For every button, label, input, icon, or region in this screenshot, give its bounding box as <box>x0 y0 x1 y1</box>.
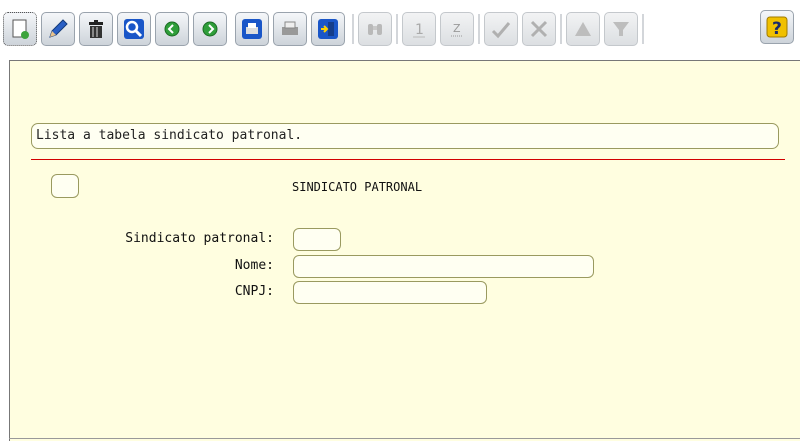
toolbar-separator <box>352 14 354 44</box>
tools-button[interactable] <box>522 12 556 46</box>
pencil-icon <box>49 19 68 38</box>
print-button[interactable] <box>235 12 269 46</box>
toolbar: 1 Z ? <box>0 0 800 56</box>
edit-button[interactable] <box>41 12 75 46</box>
nome-input[interactable] <box>293 255 594 278</box>
next-button[interactable] <box>193 12 227 46</box>
previous-button[interactable] <box>155 12 189 46</box>
sort-numeric-icon: 1 <box>413 22 425 38</box>
help-button[interactable]: ? <box>760 10 794 44</box>
sort-index-icon: Z <box>451 22 463 37</box>
binoculars-icon <box>368 24 382 35</box>
print-preview-button[interactable] <box>273 12 307 46</box>
triangle-up-icon <box>575 22 591 36</box>
svg-text:Z: Z <box>453 22 461 35</box>
checkmark-icon <box>491 22 511 39</box>
cnpj-label: CNPJ: <box>234 284 274 299</box>
panel-bottom-border <box>9 438 800 439</box>
arrow-right-circle-icon <box>202 21 218 37</box>
filter-button[interactable] <box>604 12 638 46</box>
form-title: SINDICATO PATRONAL <box>292 180 423 194</box>
exit-button[interactable] <box>311 12 345 46</box>
toolbar-separator <box>560 14 562 44</box>
toolbar-separator <box>478 14 480 44</box>
svg-text:?: ? <box>772 19 782 39</box>
toolbar-separator <box>642 14 644 44</box>
svg-text:1: 1 <box>415 22 424 38</box>
find-button[interactable] <box>358 12 392 46</box>
search-icon <box>124 19 144 39</box>
sindicato-label: Sindicato patronal: <box>125 231 274 246</box>
sort-index-button[interactable]: Z <box>440 12 474 46</box>
move-up-button[interactable] <box>566 12 600 46</box>
filter-icon <box>613 22 629 36</box>
trash-icon <box>89 20 103 38</box>
exit-door-icon <box>318 19 338 39</box>
confirm-button[interactable] <box>484 12 518 46</box>
arrow-left-circle-icon <box>164 21 180 37</box>
printer-gray-icon <box>282 21 298 35</box>
form-panel <box>9 60 800 441</box>
toolbar-separator <box>396 14 398 44</box>
nome-label: Nome: <box>234 258 274 273</box>
new-document-icon <box>12 19 29 39</box>
new-record-button[interactable] <box>3 12 37 46</box>
sort-number-button[interactable]: 1 <box>402 12 436 46</box>
select-checkbox[interactable] <box>51 174 79 198</box>
printer-icon <box>242 19 262 39</box>
search-button[interactable] <box>117 12 151 46</box>
delete-button[interactable] <box>79 12 113 46</box>
help-icon: ? <box>766 16 788 39</box>
description-bar: Lista a tabela sindicato patronal. <box>31 123 779 149</box>
divider-line <box>31 159 785 160</box>
sindicato-input[interactable] <box>293 228 341 251</box>
cnpj-input[interactable] <box>293 281 487 304</box>
tools-icon <box>530 20 548 38</box>
